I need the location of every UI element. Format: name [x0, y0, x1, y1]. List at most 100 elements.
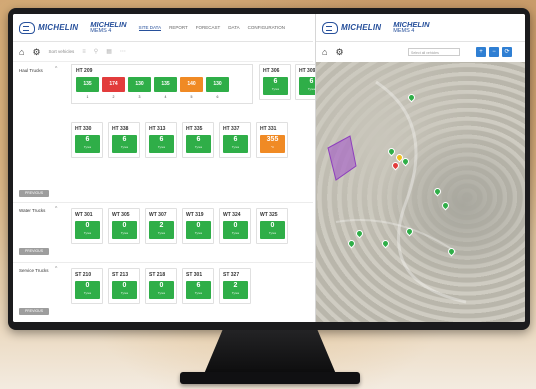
status-tile: 0 Tyres	[112, 221, 137, 239]
vehicle-card[interactable]: WT 301 0 Tyres	[71, 208, 103, 244]
refresh-button[interactable]: ⟳	[502, 47, 512, 57]
vehicle-card[interactable]: WT 324 0 Tyres	[219, 208, 251, 244]
tile-caption: Tyres	[83, 231, 92, 235]
vehicle-id: WT 324	[223, 212, 241, 218]
tyre-count: 0	[85, 222, 90, 229]
main-nav: SITE DATA REPORT FORECAST DATA CONFIGURA…	[138, 25, 285, 31]
vehicle-card[interactable]: ST 213 0 Tyres	[108, 268, 140, 304]
tyre-count: 6	[85, 136, 90, 143]
nav-item-forecast[interactable]: FORECAST	[196, 25, 221, 31]
logo-text: MICHELIN	[341, 23, 382, 32]
vehicle-card[interactable]: HT 337 6 Tyres	[219, 122, 251, 158]
status-tile: 6 Tyres	[112, 135, 137, 153]
vehicle-card[interactable]: HT 306 6 Tyres	[259, 64, 291, 100]
vehicle-id: HT 306	[263, 68, 280, 74]
vehicle-card-expanded[interactable]: HT 209 135 174 130 135 140 130 1 2 3 4 5…	[71, 64, 253, 104]
tile-caption: Tyres	[231, 231, 240, 235]
nav-item-configuration[interactable]: CONFIGURATION	[248, 25, 285, 31]
vehicle-card[interactable]: WT 319 0 Tyres	[182, 208, 214, 244]
bibendum-icon	[19, 21, 35, 34]
status-tile: 0 Tyres	[112, 281, 137, 299]
vehicle-id: HT 335	[186, 126, 203, 132]
home-icon[interactable]: ⌂	[19, 47, 24, 57]
filter-icon[interactable]: ⚲	[94, 48, 98, 55]
temperature-value: 355	[266, 136, 279, 143]
vehicle-card[interactable]: ST 210 0 Tyres	[71, 268, 103, 304]
vehicle-group-water-trucks: Water Trucks ^ PREVIOUS WT 301 0 Tyres W…	[13, 202, 313, 263]
status-tile: 6 Tyres	[75, 135, 100, 153]
tyre-position: 4	[164, 95, 167, 99]
status-tile: 0 Tyres	[149, 281, 174, 299]
tile-caption: Tyres	[120, 145, 129, 149]
home-icon[interactable]: ⌂	[322, 47, 327, 57]
vehicle-id: HT 313	[149, 126, 166, 132]
chevron-up-icon[interactable]: ^	[55, 66, 57, 72]
status-tile: 0 Tyres	[186, 221, 211, 239]
group-previous-button[interactable]: PREVIOUS	[19, 190, 49, 197]
tile-caption: Tyres	[120, 291, 129, 295]
vehicle-group-haul-trucks: Haul Trucks ^ PREVIOUS HT 209 135 174 13…	[13, 62, 327, 203]
vehicle-id: HT 330	[75, 126, 92, 132]
tyre-pressure-tile[interactable]: 130	[128, 77, 151, 92]
vehicle-id: HT 209	[76, 68, 93, 74]
tyre-count: 0	[233, 222, 238, 229]
tyre-position: 1	[86, 95, 89, 99]
tyre-position: 6	[216, 95, 219, 99]
tyre-pressure-tile[interactable]: 140	[180, 77, 203, 92]
vehicle-card[interactable]: HT 330 6 Tyres	[71, 122, 103, 158]
vehicle-id: WT 305	[112, 212, 130, 218]
nav-item-report[interactable]: REPORT	[169, 25, 188, 31]
haul-road	[335, 219, 457, 253]
vehicle-id: WT 301	[75, 212, 93, 218]
group-previous-button[interactable]: PREVIOUS	[19, 248, 49, 255]
vehicle-card[interactable]: HT 338 6 Tyres	[108, 122, 140, 158]
group-previous-button[interactable]: PREVIOUS	[19, 308, 49, 315]
vehicle-card[interactable]: ST 301 6 Tyres	[182, 268, 214, 304]
chevron-up-icon[interactable]: ^	[55, 206, 57, 212]
vehicle-id: ST 301	[186, 272, 203, 278]
gear-icon[interactable]: ⚙	[32, 47, 40, 57]
status-tile: 6 Tyres	[186, 281, 211, 299]
geofence-zone[interactable]	[327, 135, 357, 181]
vehicle-select[interactable]: Select all vehicles	[408, 48, 460, 56]
vehicle-card[interactable]: HT 331 355 °C	[256, 122, 288, 158]
tyre-count: 0	[85, 282, 90, 289]
vehicle-card[interactable]: ST 218 0 Tyres	[145, 268, 177, 304]
tyre-count: 0	[122, 282, 127, 289]
more-icon[interactable]: ⋯	[120, 48, 126, 55]
tyre-pressure-tile[interactable]: 135	[154, 77, 177, 92]
vehicle-card[interactable]: WT 305 0 Tyres	[108, 208, 140, 244]
mine-map[interactable]	[316, 62, 525, 322]
vehicle-card[interactable]: WT 325 0 Tyres	[256, 208, 288, 244]
app-brand: MICHELIN MEMS 4	[90, 20, 126, 35]
zoom-out-button[interactable]: −	[489, 47, 499, 57]
list-icon[interactable]: ≡	[82, 49, 86, 55]
tile-caption: Tyres	[231, 145, 240, 149]
sort-dropdown[interactable]: Sort vehicles	[49, 49, 75, 54]
fleet-pane: MICHELIN MICHELIN MEMS 4 SITE DATA REPOR…	[13, 14, 327, 322]
screen: MICHELIN MICHELIN MEMS 4 SITE DATA REPOR…	[13, 14, 525, 322]
zoom-in-button[interactable]: +	[476, 47, 486, 57]
vehicle-card[interactable]: WT 307 2 Tyres	[145, 208, 177, 244]
gear-icon[interactable]: ⚙	[335, 47, 343, 57]
vehicle-card[interactable]: ST 327 2 Tyres	[219, 268, 251, 304]
nav-item-site-data[interactable]: SITE DATA	[138, 25, 162, 31]
tyre-count: 6	[273, 78, 278, 85]
chevron-up-icon[interactable]: ^	[55, 266, 57, 272]
nav-item-data[interactable]: DATA	[228, 25, 239, 31]
tile-caption: °C	[270, 145, 275, 149]
haul-road	[375, 80, 467, 304]
tyre-count: 0	[159, 282, 164, 289]
app-header: MICHELIN MICHELIN MEMS 4 SITE DATA REPOR…	[13, 14, 313, 42]
tyre-count: 6	[233, 136, 238, 143]
tyre-pressure-tile[interactable]: 174	[102, 77, 125, 92]
tyre-count: 0	[270, 222, 275, 229]
vehicle-card[interactable]: HT 313 6 Tyres	[145, 122, 177, 158]
app-brand: MICHELIN MEMS 4	[393, 20, 429, 35]
status-tile: 0 Tyres	[260, 221, 285, 239]
vehicle-card[interactable]: HT 335 6 Tyres	[182, 122, 214, 158]
grid-icon[interactable]: ▦	[106, 48, 112, 55]
tyre-pressure-tile[interactable]: 130	[206, 77, 229, 92]
vehicle-id: HT 331	[260, 126, 277, 132]
tyre-pressure-tile[interactable]: 135	[76, 77, 99, 92]
